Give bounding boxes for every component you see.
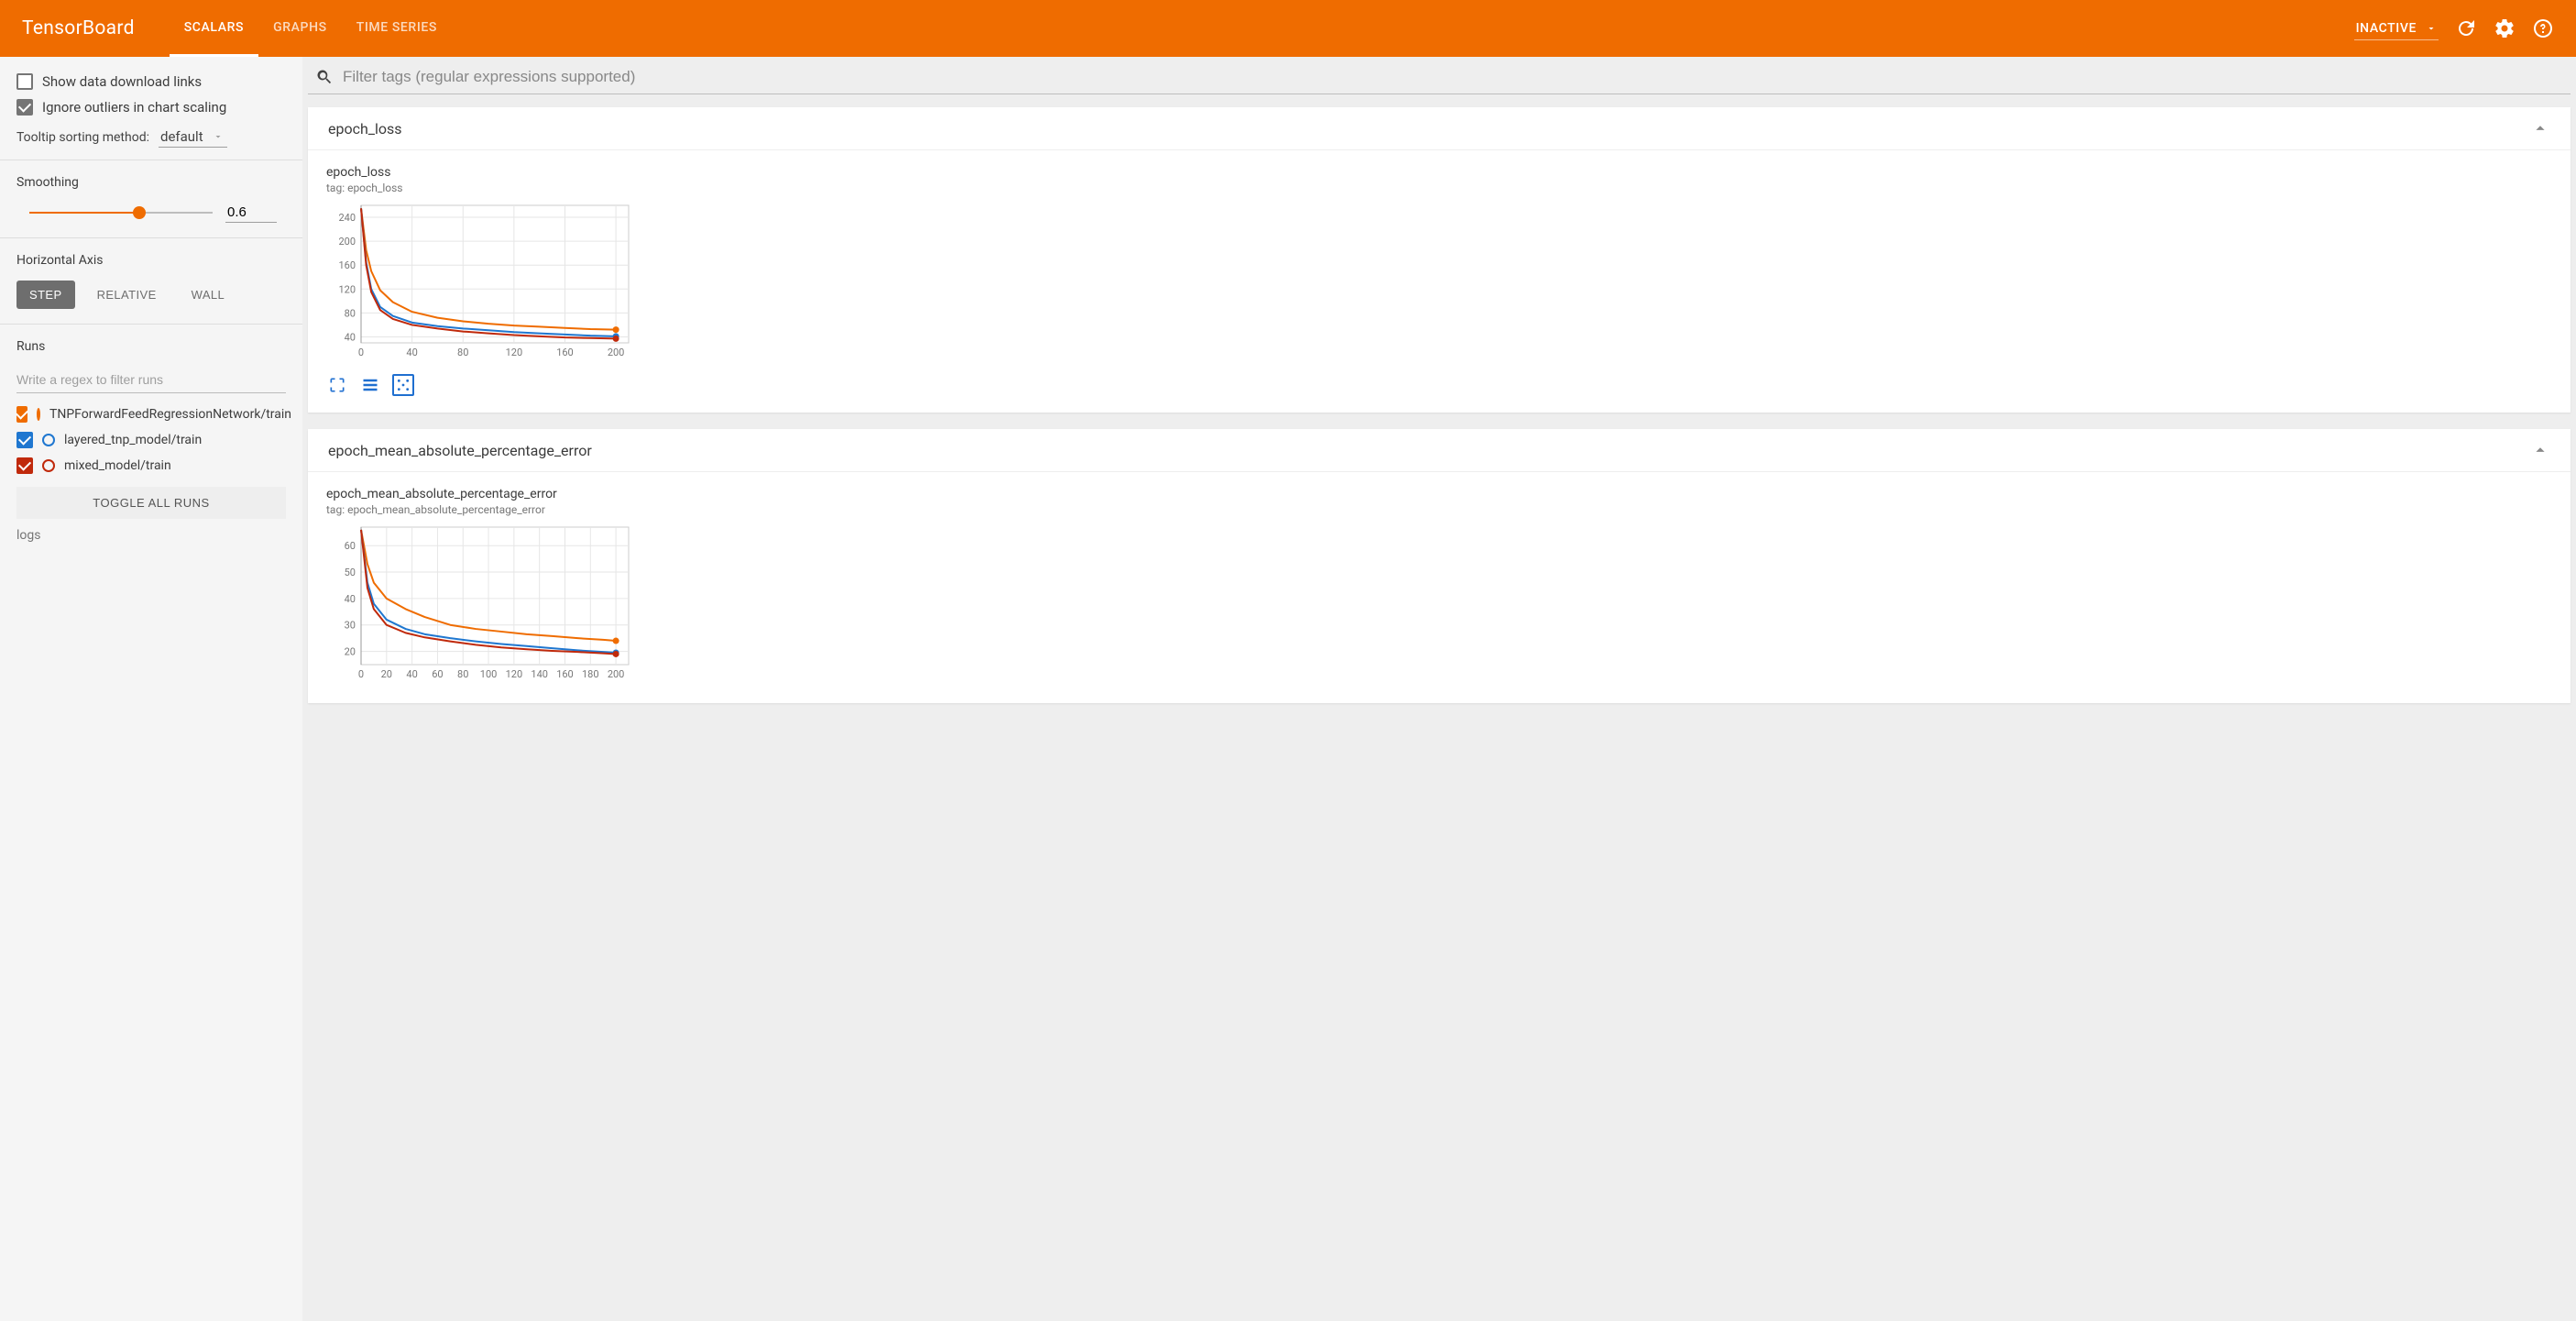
slider-smoothing[interactable] [29, 204, 213, 221]
checkbox-run-0[interactable] [16, 406, 27, 423]
svg-text:0: 0 [358, 668, 364, 680]
plugin-select-label: INACTIVE [2356, 21, 2417, 36]
svg-text:180: 180 [582, 668, 599, 680]
svg-text:80: 80 [345, 307, 356, 319]
svg-text:20: 20 [345, 646, 356, 658]
label-tooltip-sort: Tooltip sorting method: [16, 130, 149, 145]
runs-root-label: logs [16, 528, 286, 543]
svg-text:200: 200 [338, 236, 356, 248]
label-runs: Runs [16, 339, 286, 354]
refresh-icon[interactable] [2455, 17, 2477, 39]
list-icon[interactable] [359, 374, 381, 396]
svg-text:200: 200 [608, 668, 625, 680]
help-icon[interactable] [2532, 17, 2554, 39]
svg-text:30: 30 [345, 620, 356, 632]
search-icon [315, 68, 334, 86]
swatch-icon [42, 459, 55, 472]
axis-step-btn[interactable]: STEP [16, 281, 75, 309]
svg-text:160: 160 [556, 668, 574, 680]
run-label: layered_tnp_model/train [64, 433, 202, 447]
chart-epoch-mape[interactable]: 2030405060020406080100120140160180200 [326, 522, 638, 687]
chart-tag: tag: epoch_mean_absolute_percentage_erro… [326, 503, 638, 516]
svg-text:80: 80 [457, 668, 468, 680]
toggle-all-runs-button[interactable]: TOGGLE ALL RUNS [16, 487, 286, 519]
svg-text:60: 60 [345, 540, 356, 552]
label-horizontal-axis: Horizontal Axis [16, 253, 286, 268]
svg-text:160: 160 [338, 259, 356, 271]
swatch-icon [42, 434, 55, 446]
svg-text:40: 40 [345, 593, 356, 605]
run-row: TNPForwardFeedRegressionNetwork/train [16, 406, 286, 423]
scalar-card-epoch-mape: epoch_mean_absolute_percentage_error epo… [308, 429, 2571, 703]
scalar-card-epoch-loss: epoch_loss epoch_loss tag: epoch_loss 40… [308, 107, 2571, 413]
svg-text:240: 240 [338, 212, 356, 224]
svg-text:120: 120 [506, 347, 523, 358]
card-title: epoch_mean_absolute_percentage_error [328, 442, 592, 459]
svg-text:120: 120 [506, 668, 523, 680]
checkbox-run-1[interactable] [16, 432, 33, 448]
card-title: epoch_loss [328, 120, 402, 138]
sidebar: Show data download links Ignore outliers… [0, 57, 302, 1321]
axis-relative-btn[interactable]: RELATIVE [84, 281, 170, 309]
chart-epoch-loss[interactable]: 408012016020024004080120160200 [326, 200, 638, 365]
checkbox-run-2[interactable] [16, 457, 33, 474]
svg-text:0: 0 [358, 347, 364, 358]
svg-text:80: 80 [457, 347, 468, 358]
chart-title: epoch_loss [326, 165, 638, 180]
toolbar-icons [2455, 17, 2554, 39]
chevron-up-icon [2530, 118, 2550, 138]
svg-text:40: 40 [345, 331, 356, 343]
run-label: mixed_model/train [64, 458, 171, 473]
tab-scalars[interactable]: SCALARS [170, 0, 258, 57]
card-header[interactable]: epoch_mean_absolute_percentage_error [308, 429, 2571, 472]
top-toolbar: TensorBoard SCALARS GRAPHS TIME SERIES I… [0, 0, 2576, 57]
svg-text:60: 60 [432, 668, 443, 680]
svg-text:100: 100 [480, 668, 498, 680]
chart-tag: tag: epoch_loss [326, 182, 638, 194]
select-tooltip-sort[interactable]: default [159, 127, 227, 148]
svg-text:20: 20 [381, 668, 392, 680]
plugin-select[interactable]: INACTIVE [2354, 17, 2439, 40]
tag-filter-bar [308, 57, 2571, 94]
axis-wall-btn[interactable]: WALL [179, 281, 238, 309]
input-filter-tags[interactable] [343, 68, 2563, 86]
app-logo: TensorBoard [22, 17, 135, 39]
svg-text:200: 200 [608, 347, 625, 358]
tab-time-series[interactable]: TIME SERIES [342, 0, 452, 57]
divider [0, 237, 302, 238]
svg-text:120: 120 [338, 283, 356, 295]
checkbox-show-download-links[interactable] [16, 73, 33, 90]
card-header[interactable]: epoch_loss [308, 107, 2571, 150]
tab-bar: SCALARS GRAPHS TIME SERIES [170, 0, 452, 57]
svg-text:140: 140 [531, 668, 548, 680]
input-runs-filter[interactable] [16, 367, 286, 393]
run-row: mixed_model/train [16, 457, 286, 474]
input-smoothing-value[interactable] [225, 203, 277, 223]
main-content: epoch_loss epoch_loss tag: epoch_loss 40… [302, 57, 2576, 1321]
divider [0, 324, 302, 325]
svg-text:50: 50 [345, 567, 356, 578]
tab-graphs[interactable]: GRAPHS [258, 0, 342, 57]
caret-down-icon [2426, 23, 2437, 34]
gear-icon[interactable] [2494, 17, 2516, 39]
svg-text:40: 40 [406, 347, 417, 358]
label-smoothing: Smoothing [16, 175, 286, 190]
expand-icon[interactable] [326, 374, 348, 396]
swatch-icon [37, 408, 40, 421]
checkbox-ignore-outliers[interactable] [16, 99, 33, 116]
chart-title: epoch_mean_absolute_percentage_error [326, 487, 638, 501]
run-label: TNPForwardFeedRegressionNetwork/train [49, 407, 291, 422]
label-ignore-outliers: Ignore outliers in chart scaling [42, 99, 226, 116]
label-show-download-links: Show data download links [42, 73, 202, 90]
svg-text:40: 40 [406, 668, 417, 680]
run-row: layered_tnp_model/train [16, 432, 286, 448]
svg-text:160: 160 [556, 347, 574, 358]
fit-domain-icon[interactable] [392, 374, 414, 396]
chevron-up-icon [2530, 440, 2550, 460]
